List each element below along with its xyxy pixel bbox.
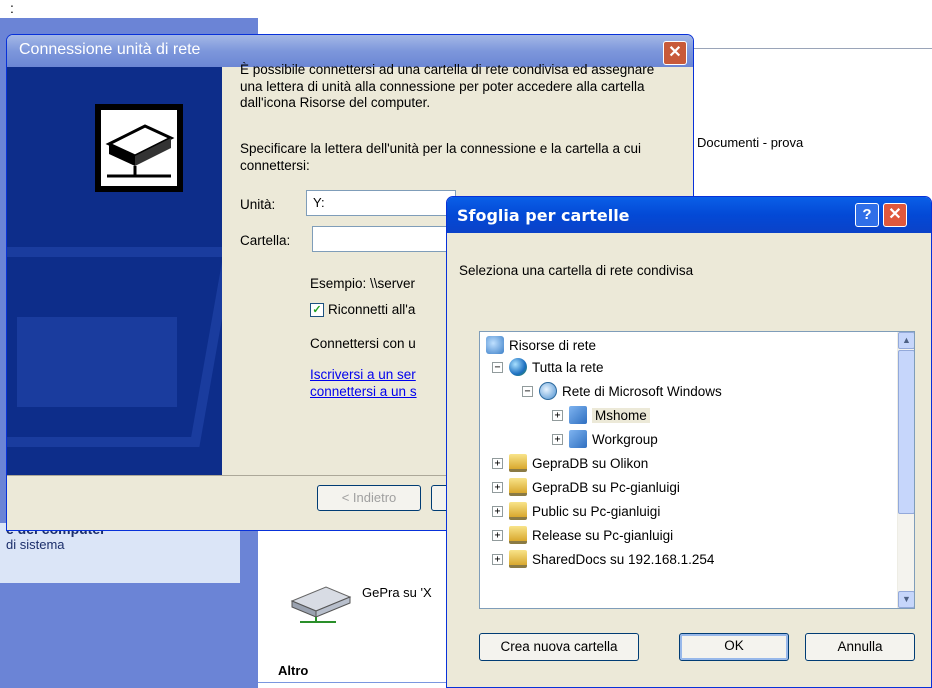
scroll-up-arrow-icon[interactable]: ▲ (898, 332, 914, 349)
folder-tree[interactable]: Risorse di rete − Tutta la rete − Rete d… (479, 331, 915, 609)
vertical-scrollbar[interactable]: ▲ ▼ (897, 332, 914, 608)
tree-item-label[interactable]: Rete di Microsoft Windows (562, 384, 722, 399)
scroll-down-arrow-icon[interactable]: ▼ (898, 591, 914, 608)
top-colon: : (10, 0, 14, 16)
cancel-button[interactable]: Annulla (805, 633, 915, 661)
network-drive-label[interactable]: GePra su 'X (362, 585, 432, 600)
expand-icon[interactable]: + (552, 409, 563, 421)
example-text: Esempio: \\server (310, 276, 416, 291)
drive-letter-select[interactable]: Y: (306, 190, 456, 216)
tree-item[interactable]: − Tutta la rete (492, 356, 604, 378)
collapse-icon[interactable]: − (522, 385, 533, 397)
tree-item[interactable]: + Release su Pc-gianluigi (492, 524, 673, 546)
shared-folder-icon (509, 526, 527, 544)
shared-folder-icon (509, 502, 527, 520)
drive-letter-label: Unità: (240, 197, 276, 212)
details-panel: e del computer di sistema (0, 521, 240, 583)
connect-server-link[interactable]: connettersi a un s (310, 384, 417, 399)
shared-folder-icon (509, 454, 527, 472)
microsoft-network-icon (539, 382, 557, 400)
tree-item-label[interactable]: GepraDB su Pc-gianluigi (532, 480, 680, 495)
network-places-icon (486, 336, 504, 354)
shared-folder-icon (509, 478, 527, 496)
tree-item[interactable]: + SharedDocs su 192.168.1.254 (492, 548, 714, 570)
ok-button[interactable]: OK (679, 633, 789, 661)
tree-item-label[interactable]: Workgroup (592, 432, 658, 447)
expand-icon[interactable]: + (492, 553, 503, 565)
network-drive-icon[interactable] (286, 583, 356, 623)
wizard-banner (7, 67, 222, 475)
tree-item[interactable]: + GepraDB su Pc-gianluigi (492, 476, 680, 498)
shared-folder-icon (509, 550, 527, 568)
expand-icon[interactable]: + (552, 433, 563, 445)
documents-item[interactable]: Documenti - prova (697, 135, 803, 150)
signup-storage-link[interactable]: Iscriversi a un ser (310, 367, 416, 382)
tree-item[interactable]: − Rete di Microsoft Windows (522, 380, 722, 402)
expand-icon[interactable]: + (492, 529, 503, 541)
instruction-paragraph: Specificare la lettera dell'unità per la… (240, 141, 642, 173)
scroll-thumb[interactable] (898, 350, 914, 514)
close-icon[interactable]: ✕ (883, 203, 907, 227)
tree-item-label[interactable]: GepraDB su Olikon (532, 456, 648, 471)
other-section-heading: Altro (278, 663, 309, 678)
tree-item[interactable]: + Mshome (552, 404, 650, 426)
tree-item-label[interactable]: Tutta la rete (532, 360, 604, 375)
intro-paragraph: È possibile connettersi ad una cartella … (240, 62, 655, 110)
tree-item[interactable]: + GepraDB su Olikon (492, 452, 648, 474)
other-section-rule (258, 682, 458, 683)
expand-icon[interactable]: + (492, 481, 503, 493)
globe-icon (509, 358, 527, 376)
tree-item-label[interactable]: SharedDocs su 192.168.1.254 (532, 552, 714, 567)
tree-item[interactable]: + Public su Pc-gianluigi (492, 500, 660, 522)
intro-text-block: È possibile connettersi ad una cartella … (240, 62, 670, 112)
reconnect-checkbox-row[interactable]: ✓ Riconnetti all'a (310, 302, 415, 317)
banner-decoration (17, 317, 177, 407)
new-folder-button[interactable]: Crea nuova cartella (479, 633, 639, 661)
network-drive-icon (95, 104, 183, 192)
tree-item[interactable]: + Workgroup (552, 428, 658, 450)
connect-as-text: Connettersi con u (310, 336, 416, 351)
dialog-description: Seleziona una cartella di rete condivisa (459, 263, 694, 278)
browse-folder-dialog: Sfoglia per cartelle ? ✕ Seleziona una c… (446, 196, 932, 688)
help-icon[interactable]: ? (855, 203, 879, 227)
reconnect-label[interactable]: Riconnetti all'a (328, 302, 415, 317)
tree-item-label[interactable]: Release su Pc-gianluigi (532, 528, 673, 543)
folder-label: Cartella: (240, 233, 291, 248)
expand-icon[interactable]: + (492, 457, 503, 469)
back-button[interactable]: < Indietro (317, 485, 421, 511)
tree-item-label[interactable]: Risorse di rete (509, 338, 596, 353)
tree-item-label[interactable]: Public su Pc-gianluigi (532, 504, 660, 519)
expand-icon[interactable]: + (492, 505, 503, 517)
workgroup-icon (569, 406, 587, 424)
reconnect-checkbox[interactable]: ✓ (310, 302, 324, 317)
folder-input[interactable] (312, 226, 462, 252)
tree-item[interactable]: Risorse di rete (486, 334, 596, 356)
collapse-icon[interactable]: − (492, 361, 503, 373)
details-subtitle: di sistema (6, 537, 65, 552)
tree-item-label[interactable]: Mshome (592, 407, 650, 423)
workgroup-icon (569, 430, 587, 448)
